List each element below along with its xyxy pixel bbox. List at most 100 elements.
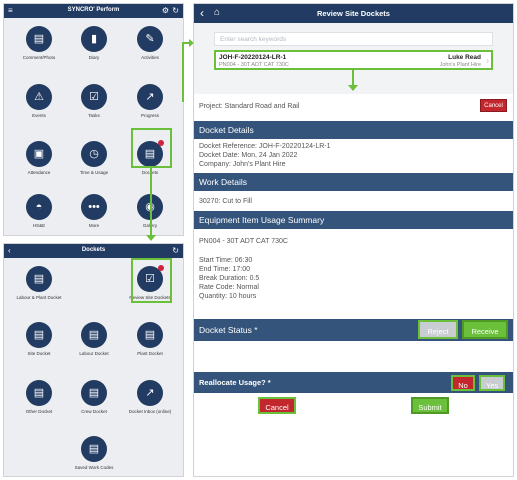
docket-tile-site-docket[interactable]: ▤ Site Docket (15, 322, 63, 356)
reallocate-label: Reallocate Usage? * (199, 378, 271, 387)
rate-code: Rate Code: Normal (199, 284, 259, 291)
docket-date: Docket Date: Mon, 24 Jan 2022 (199, 152, 298, 159)
tile-icon: ☑ (81, 84, 107, 110)
home-tile-time-usage[interactable]: ◷ Time & Usage (70, 141, 118, 175)
home-screen: ≡ SYNCRO' Perform ⚙ ↻ ▤ Comment/Photo ▮ Dia… (3, 3, 184, 236)
connector-line-right (182, 42, 184, 102)
home-header: ≡ SYNCRO' Perform ⚙ ↻ (4, 4, 183, 18)
start-time: Start Time: 06:30 (199, 257, 253, 264)
home-tile-attendance[interactable]: ▣ Attendance (15, 141, 63, 175)
tile-icon: ▤ (26, 266, 52, 292)
tile-icon: ▤ (137, 322, 163, 348)
tile-label: Comment/Photo (22, 55, 56, 60)
receive-button[interactable]: Receive (462, 320, 508, 339)
tile-label: Diary (88, 55, 100, 60)
no-button[interactable]: No (451, 375, 475, 391)
tile-label: Labour Docket (79, 351, 109, 356)
equipment-header: Equipment Item Usage Summary (194, 211, 513, 229)
dockets-title: Dockets (81, 247, 106, 253)
tile-icon: ✎ (137, 26, 163, 52)
tile-icon: ◓ (26, 194, 52, 220)
arrow-down-icon (348, 85, 358, 91)
docket-tile-crew-docket[interactable]: ▤ Crew Docket (70, 380, 118, 414)
tile-label: More (88, 223, 100, 228)
docket-form: Project: Standard Road and Rail Cancel D… (194, 94, 513, 476)
tile-icon: ••• (81, 194, 107, 220)
review-title: Review Site Dockets (317, 9, 390, 18)
connector-line (150, 168, 152, 240)
tile-label: Activities (141, 55, 159, 60)
tile-label: Progress (140, 113, 159, 118)
docket-list-item[interactable]: JOH-F-20220124-LR-1 PN004 - 30T ADT CAT … (214, 50, 493, 70)
tile-icon: ↗ (137, 84, 163, 110)
home-tile-comment-photo[interactable]: ▤ Comment/Photo (15, 26, 63, 60)
cancel-button[interactable]: Cancel (258, 397, 296, 414)
docket-tile-saved-work-codes[interactable]: ▤ Saved Work Codes (70, 436, 118, 470)
review-screen: ‹ ⌂ Review Site Dockets Enter search key… (193, 3, 514, 477)
tile-icon: ⚠ (26, 84, 52, 110)
refresh-icon[interactable]: ↻ (172, 246, 179, 255)
home-tile-progress[interactable]: ↗ Progress (126, 84, 174, 118)
docket-ref: JOH-F-20220124-LR-1 (219, 54, 287, 61)
tile-label: HS&E (32, 223, 46, 228)
connector-line-down (352, 70, 354, 86)
tile-icon: ◷ (81, 141, 107, 167)
yes-button[interactable]: Yes (479, 375, 505, 391)
arrow-down-icon (146, 235, 156, 241)
tile-icon: ▤ (26, 26, 52, 52)
dockets-highlight (131, 128, 172, 168)
docket-tile-other-docket[interactable]: ▤ Other Docket (15, 380, 63, 414)
home-tile-events[interactable]: ⚠ Events (15, 84, 63, 118)
tile-icon: ▤ (81, 380, 107, 406)
tile-icon: ▤ (81, 322, 107, 348)
docket-details-header: Docket Details (194, 121, 513, 139)
review-header: ‹ ⌂ Review Site Dockets (194, 4, 513, 23)
home-tile-hs-e[interactable]: ◓ HS&E (15, 194, 63, 228)
end-time: End Time: 17:00 (199, 266, 250, 273)
tile-label: Other Docket (25, 409, 53, 414)
tile-label: Attendance (27, 170, 51, 175)
docket-tile-plant-docket[interactable]: ▤ Plant Docket (126, 322, 174, 356)
home-tile-diary[interactable]: ▮ Diary (70, 26, 118, 60)
docket-company: John's Plant Hire (439, 62, 481, 68)
home-tile-more[interactable]: ••• More (70, 194, 118, 228)
tile-label: Crew Docket (81, 409, 107, 414)
reject-button[interactable]: Reject (418, 320, 458, 339)
tile-label: Saved Work Codes (74, 465, 114, 470)
docket-status-label: Docket Status * (199, 325, 258, 335)
tile-icon: ▣ (26, 141, 52, 167)
docket-tile-labour-plant-docket[interactable]: ▤ Labour & Plant Docket (15, 266, 63, 300)
docket-tile-docket-inbox-online-[interactable]: ↗ Docket Inbox (online) (126, 380, 174, 414)
tile-icon: ▤ (26, 380, 52, 406)
docket-sub: PN004 - 30T ADT CAT 730C (219, 62, 289, 68)
tile-label: Site Docket (27, 351, 51, 356)
search-input[interactable]: Enter search keywords (214, 32, 493, 46)
work-code: 30270: Cut to Fill (199, 198, 252, 205)
project-label: Project: Standard Road and Rail (199, 103, 300, 110)
tile-label: Docket Inbox (online) (128, 409, 172, 414)
dockets-header: ‹ Dockets ↻ (4, 244, 183, 258)
chevron-right-icon: › (486, 56, 489, 65)
gear-icon[interactable]: ⚙ (162, 6, 169, 15)
docket-reference: Docket Reference: JOH-F-20220124-LR-1 (199, 143, 331, 150)
tile-label: Time & Usage (79, 170, 109, 175)
tile-icon: ▮ (81, 26, 107, 52)
submit-button[interactable]: Submit (411, 397, 449, 414)
work-details-header: Work Details (194, 173, 513, 191)
tile-icon: ▤ (81, 436, 107, 462)
docket-tile-labour-docket[interactable]: ▤ Labour Docket (70, 322, 118, 356)
tile-label: Tasks (88, 113, 100, 118)
home-tile-tasks[interactable]: ☑ Tasks (70, 84, 118, 118)
refresh-icon[interactable]: ↻ (172, 6, 179, 15)
break-duration: Break Duration: 0.5 (199, 275, 260, 282)
tile-label: Plant Docket (137, 351, 163, 356)
tile-icon: ↗ (137, 380, 163, 406)
cancel-top-button[interactable]: Cancel (480, 99, 507, 112)
equipment-item: PN004 - 30T ADT CAT 730C (199, 238, 288, 245)
tile-icon: ▤ (26, 322, 52, 348)
docket-company: Company: John's Plant Hire (199, 161, 286, 168)
app-title: SYNCRO' Perform (67, 7, 120, 13)
docket-person: Luke Read (448, 54, 481, 61)
home-tile-activities[interactable]: ✎ Activities (126, 26, 174, 60)
quantity: Quantity: 10 hours (199, 293, 257, 300)
